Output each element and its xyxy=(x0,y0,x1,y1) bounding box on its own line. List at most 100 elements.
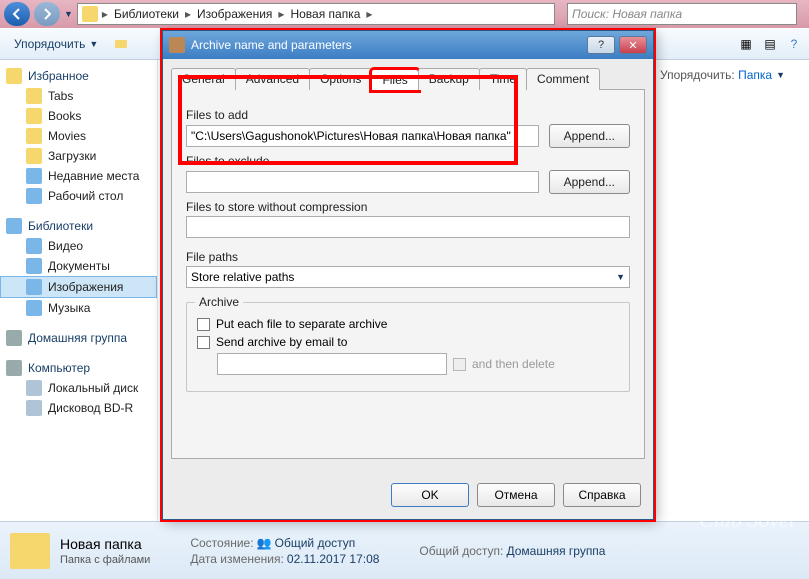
state-val: Общий доступ xyxy=(275,536,356,550)
tab-panel-files: Files to add Append... Files to exclude … xyxy=(171,89,645,459)
sidebar-item[interactable]: Загрузки xyxy=(0,146,157,166)
preview-pane-icon[interactable]: ▤ xyxy=(761,35,779,53)
sidebar-label: Библиотеки xyxy=(28,219,93,233)
address-bar[interactable]: ▸ Библиотеки ▸ Изображения ▸ Новая папка… xyxy=(77,3,555,25)
help-icon[interactable]: ? xyxy=(785,35,803,53)
archive-groupbox: Archive Put each file to separate archiv… xyxy=(186,302,630,392)
recent-icon xyxy=(26,168,42,184)
breadcrumb-seg[interactable]: Новая папка xyxy=(288,7,362,21)
tab-advanced[interactable]: Advanced xyxy=(235,68,310,90)
sidebar-computer[interactable]: Компьютер xyxy=(0,358,157,378)
archive-legend: Archive xyxy=(195,295,243,309)
sidebar-item[interactable]: Видео xyxy=(0,236,157,256)
file-paths-label: File paths xyxy=(186,250,630,264)
cancel-button[interactable]: Отмена xyxy=(477,483,555,507)
breadcrumb-seg[interactable]: Библиотеки xyxy=(112,7,181,21)
organize-button[interactable]: Упорядочить ▼ xyxy=(6,34,106,54)
date-val: 02.11.2017 17:08 xyxy=(287,552,380,566)
sidebar-favorites[interactable]: Избранное xyxy=(0,66,157,86)
chevron-right-icon: ▸ xyxy=(366,7,372,21)
tab-comment[interactable]: Comment xyxy=(526,68,600,90)
video-icon xyxy=(26,238,42,254)
sidebar-item-selected[interactable]: Изображения xyxy=(0,276,157,298)
drive-icon xyxy=(26,380,42,396)
search-input[interactable]: Поиск: Новая папка xyxy=(567,3,797,25)
search-placeholder: Поиск: Новая папка xyxy=(572,7,682,21)
folder-icon xyxy=(26,88,42,104)
folder-icon xyxy=(26,128,42,144)
disc-icon xyxy=(26,400,42,416)
ok-button[interactable]: OK xyxy=(391,483,469,507)
sidebar-item[interactable]: Музыка xyxy=(0,298,157,318)
documents-icon xyxy=(26,258,42,274)
checkbox-separate[interactable] xyxy=(197,318,210,331)
nav-forward-button[interactable] xyxy=(34,2,60,26)
share-icon[interactable] xyxy=(112,35,130,53)
sidebar-item[interactable]: Рабочий стол xyxy=(0,186,157,206)
nav-history-dropdown[interactable]: ▼ xyxy=(64,9,73,19)
desktop-icon xyxy=(26,188,42,204)
file-paths-value: Store relative paths xyxy=(191,270,294,284)
chevron-right-icon: ▸ xyxy=(278,7,284,21)
files-to-store-input[interactable] xyxy=(186,216,630,238)
access-key: Общий доступ: xyxy=(419,544,503,558)
details-subtitle: Папка с файлами xyxy=(60,554,150,566)
sort-label: Упорядочить: xyxy=(660,68,735,82)
chevron-right-icon: ▸ xyxy=(185,7,191,21)
dialog-titlebar[interactable]: Archive name and parameters ? ✕ xyxy=(163,31,653,59)
state-key: Состояние: xyxy=(190,536,253,550)
dialog-footer: OK Отмена Справка xyxy=(391,483,641,507)
chevron-down-icon: ▼ xyxy=(776,70,785,80)
sidebar-item[interactable]: Books xyxy=(0,106,157,126)
navigation-tree: Избранное Tabs Books Movies Загрузки Нед… xyxy=(0,60,158,521)
sidebar-label: Избранное xyxy=(28,69,89,83)
sidebar-item[interactable]: Недавние места xyxy=(0,166,157,186)
details-pane: Новая папка Папка с файлами Состояние: 👥… xyxy=(0,521,809,579)
sidebar-item[interactable]: Дисковод BD-R xyxy=(0,398,157,418)
files-to-add-label: Files to add xyxy=(186,108,630,122)
dialog-title-text: Archive name and parameters xyxy=(191,38,352,52)
checkbox-email[interactable] xyxy=(197,336,210,349)
folder-icon xyxy=(10,533,50,569)
close-button[interactable]: ✕ xyxy=(619,36,647,54)
sidebar-item[interactable]: Документы xyxy=(0,256,157,276)
chevron-right-icon: ▸ xyxy=(102,7,108,21)
files-to-store-label: Files to store without compression xyxy=(186,200,630,214)
checkbox-separate-label: Put each file to separate archive xyxy=(216,317,387,331)
sidebar-homegroup[interactable]: Домашняя группа xyxy=(0,328,157,348)
files-to-exclude-label: Files to exclude xyxy=(186,154,630,168)
tabstrip: General Advanced Options Files Backup Ti… xyxy=(171,68,645,90)
pictures-icon xyxy=(26,279,42,295)
music-icon xyxy=(26,300,42,316)
tab-general[interactable]: General xyxy=(171,68,236,90)
append-button-exclude[interactable]: Append... xyxy=(549,170,630,194)
sidebar-libraries[interactable]: Библиотеки xyxy=(0,216,157,236)
folder-icon xyxy=(82,6,98,22)
sidebar-label: Домашняя группа xyxy=(28,331,127,345)
tab-options[interactable]: Options xyxy=(309,68,372,90)
file-paths-select[interactable]: Store relative paths ▼ xyxy=(186,266,630,288)
help-button[interactable]: Справка xyxy=(563,483,641,507)
files-to-exclude-input[interactable] xyxy=(186,171,539,193)
view-icon[interactable]: ▦ xyxy=(737,35,755,53)
email-input[interactable] xyxy=(217,353,447,375)
access-val: Домашняя группа xyxy=(506,544,605,558)
nav-back-button[interactable] xyxy=(4,2,30,26)
explorer-titlebar: ▼ ▸ Библиотеки ▸ Изображения ▸ Новая пап… xyxy=(0,0,809,28)
sidebar-item[interactable]: Movies xyxy=(0,126,157,146)
sidebar-item[interactable]: Локальный диск xyxy=(0,378,157,398)
homegroup-icon xyxy=(6,330,22,346)
sidebar-item[interactable]: Tabs xyxy=(0,86,157,106)
sort-dropdown[interactable]: Папка ▼ xyxy=(738,68,785,82)
append-button-add[interactable]: Append... xyxy=(549,124,630,148)
breadcrumb-seg[interactable]: Изображения xyxy=(195,7,274,21)
files-to-add-input[interactable] xyxy=(186,125,539,147)
right-panel: Упорядочить: Папка ▼ xyxy=(649,60,809,521)
tab-backup[interactable]: Backup xyxy=(418,68,480,90)
tab-time[interactable]: Time xyxy=(479,68,527,90)
tab-files[interactable]: Files xyxy=(371,69,418,91)
help-button[interactable]: ? xyxy=(587,36,615,54)
date-key: Дата изменения: xyxy=(190,552,284,566)
checkbox-then-delete xyxy=(453,358,466,371)
share-icon: 👥 xyxy=(257,536,272,550)
